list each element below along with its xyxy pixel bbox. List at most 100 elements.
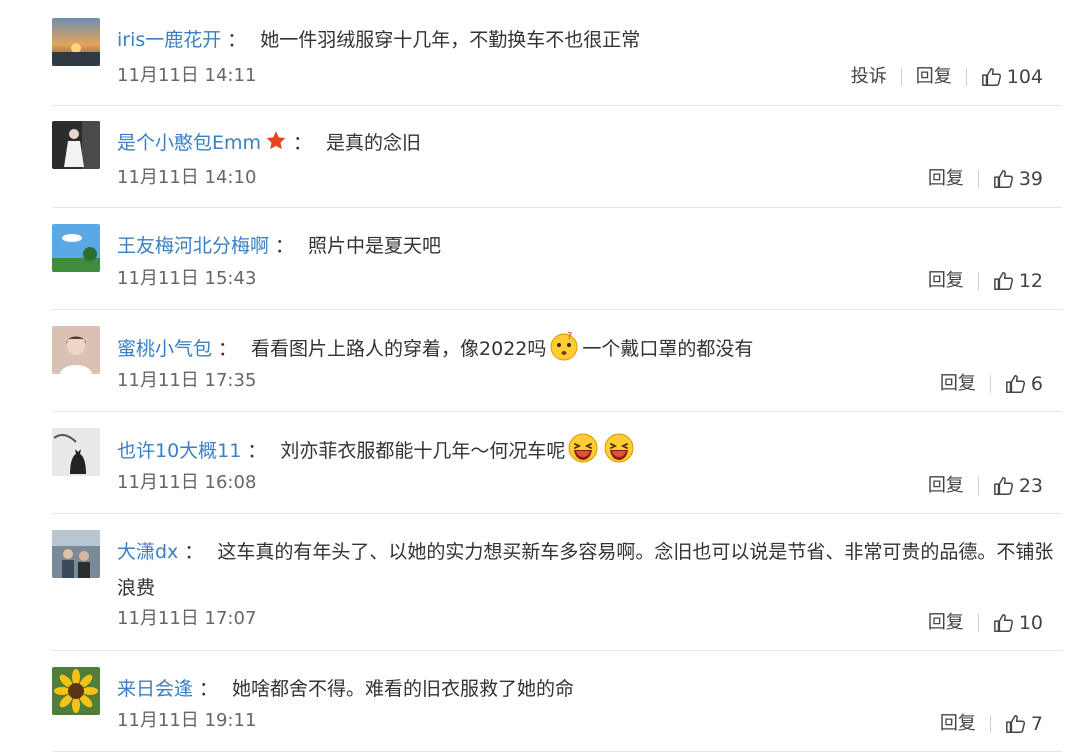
like-button[interactable]: 104 [981, 64, 1043, 90]
comment-actions: 回复 10 [928, 610, 1043, 636]
red-star-badge-icon [266, 131, 286, 150]
like-button[interactable]: 12 [993, 268, 1043, 294]
confused-face-emoji-icon: ? [550, 331, 578, 361]
report-button[interactable]: 投诉 [851, 64, 887, 90]
like-button[interactable]: 10 [993, 610, 1043, 636]
comment-divider [52, 751, 1062, 752]
comment-text: 大潇dx ：这车真的有年头了、以她的实力想买新车多容易啊。念旧也可以说是节省、非常… [117, 534, 1062, 606]
comment-divider [52, 207, 1062, 208]
user-avatar[interactable] [52, 667, 100, 715]
action-divider [965, 68, 967, 86]
username-link[interactable]: 也许10大概11 [117, 440, 241, 462]
thumbs-up-icon [993, 477, 1013, 495]
sunflower-avatar-icon [52, 667, 100, 715]
like-count: 104 [1006, 66, 1043, 88]
separator: ： [293, 132, 313, 154]
comment-content: 她一件羽绒服穿十几年，不勤换车不也很正常 [260, 29, 641, 51]
action-divider [977, 614, 979, 632]
thumbs-up-icon [993, 272, 1013, 290]
comment-text: iris一鹿花开 ： 她一件羽绒服穿十几年，不勤换车不也很正常 [117, 22, 1062, 58]
comment-content: 这车真的有年头了、以她的实力想买新车多容易啊。念旧也可以说是节省、非常可贵的品德… [117, 541, 1054, 599]
comment-text: 蜜桃小气包 ： 看看图片上路人的穿着，像2022吗? 一个戴口罩的都没有 [117, 330, 1062, 367]
separator: ： [227, 29, 247, 51]
comment-actions: 投诉 回复 104 [851, 64, 1043, 90]
laughing-face-emoji-icon [604, 433, 634, 463]
separator: ： [218, 338, 238, 360]
username-link[interactable]: 是个小憨包Emm [117, 132, 261, 154]
comment-time: 11月11日 17:35 [117, 370, 257, 391]
comment-content: 看看图片上路人的穿着，像2022吗 [251, 338, 547, 360]
action-divider [977, 477, 979, 495]
comment-time: 11月11日 19:11 [117, 710, 257, 731]
username-link[interactable]: 来日会逢 [117, 678, 193, 700]
like-button[interactable]: 39 [993, 166, 1043, 192]
comment-actions: 回复 39 [928, 166, 1043, 192]
like-count: 10 [1018, 612, 1043, 634]
comment-actions: 回复 23 [928, 473, 1043, 499]
user-avatar[interactable] [52, 428, 100, 476]
like-count: 39 [1018, 168, 1043, 190]
like-button[interactable]: 6 [1005, 371, 1043, 397]
action-divider [989, 375, 991, 393]
comment-actions: 回复 6 [940, 371, 1043, 397]
reply-button[interactable]: 回复 [928, 610, 964, 636]
comment-divider [52, 513, 1062, 514]
separator: ： [199, 678, 219, 700]
username-link[interactable]: 大潇dx [117, 541, 178, 563]
user-avatar[interactable] [52, 224, 100, 272]
reply-button[interactable]: 回复 [940, 711, 976, 737]
comment-time: 11月11日 15:43 [117, 268, 257, 289]
cat-silhouette-avatar-icon [52, 428, 100, 476]
comment-text: 也许10大概11 ： 刘亦菲衣服都能十几年～何况车呢 [117, 432, 1062, 469]
reply-button[interactable]: 回复 [916, 64, 952, 90]
user-avatar[interactable] [52, 18, 100, 66]
separator: ： [275, 235, 295, 257]
thumbs-up-icon [993, 614, 1013, 632]
like-count: 7 [1030, 713, 1043, 735]
people-photo-avatar-icon [52, 530, 100, 578]
thumbs-up-icon [1006, 375, 1025, 393]
thumbs-up-icon [981, 68, 1001, 86]
comment-text: 王友梅河北分梅啊 ： 照片中是夏天吧 [117, 228, 1062, 264]
action-divider [900, 68, 902, 86]
sky-landscape-avatar-icon [52, 224, 100, 272]
comment-time: 11月11日 14:10 [117, 167, 257, 188]
like-button[interactable]: 7 [1005, 711, 1043, 737]
svg-text:?: ? [567, 331, 572, 342]
reply-button[interactable]: 回复 [940, 371, 976, 397]
username-link[interactable]: 王友梅河北分梅啊 [117, 235, 269, 257]
action-divider [977, 272, 979, 290]
comment-actions: 回复 12 [928, 268, 1043, 294]
username-link[interactable]: 蜜桃小气包 [117, 338, 212, 360]
woman-portrait-avatar-icon [52, 326, 100, 374]
like-button[interactable]: 23 [993, 473, 1043, 499]
reply-button[interactable]: 回复 [928, 268, 964, 294]
user-avatar[interactable] [52, 121, 100, 169]
comment-time: 11月11日 16:08 [117, 472, 257, 493]
comment-content: 她啥都舍不得。难看的旧衣服救了她的命 [232, 678, 575, 700]
woman-dress-avatar-icon [52, 121, 100, 169]
comment-content: 刘亦菲衣服都能十几年～何况车呢 [280, 440, 566, 462]
username-link[interactable]: iris一鹿花开 [117, 29, 221, 51]
comment-text: 来日会逢 ： 她啥都舍不得。难看的旧衣服救了她的命 [117, 671, 1062, 707]
comment-content: 照片中是夏天吧 [308, 235, 442, 257]
user-avatar[interactable] [52, 530, 100, 578]
like-count: 12 [1018, 270, 1043, 292]
thumbs-up-icon [993, 170, 1013, 188]
action-divider [977, 170, 979, 188]
like-count: 6 [1030, 373, 1043, 395]
reply-button[interactable]: 回复 [928, 473, 964, 499]
comment-divider [52, 411, 1062, 412]
user-avatar[interactable] [52, 326, 100, 374]
action-divider [989, 715, 991, 733]
separator: ： [247, 440, 267, 462]
sunset-avatar-icon [52, 18, 100, 66]
comment-divider [52, 650, 1062, 651]
comment-time: 11月11日 17:07 [117, 608, 257, 629]
separator: ： [184, 541, 204, 563]
reply-button[interactable]: 回复 [928, 166, 964, 192]
comment-content: 是真的念旧 [326, 132, 422, 154]
comment-list: iris一鹿花开 ： 她一件羽绒服穿十几年，不勤换车不也很正常 11月11日 14:… [0, 0, 1080, 755]
comment-divider [52, 105, 1062, 106]
comment-actions: 回复 7 [940, 711, 1043, 737]
